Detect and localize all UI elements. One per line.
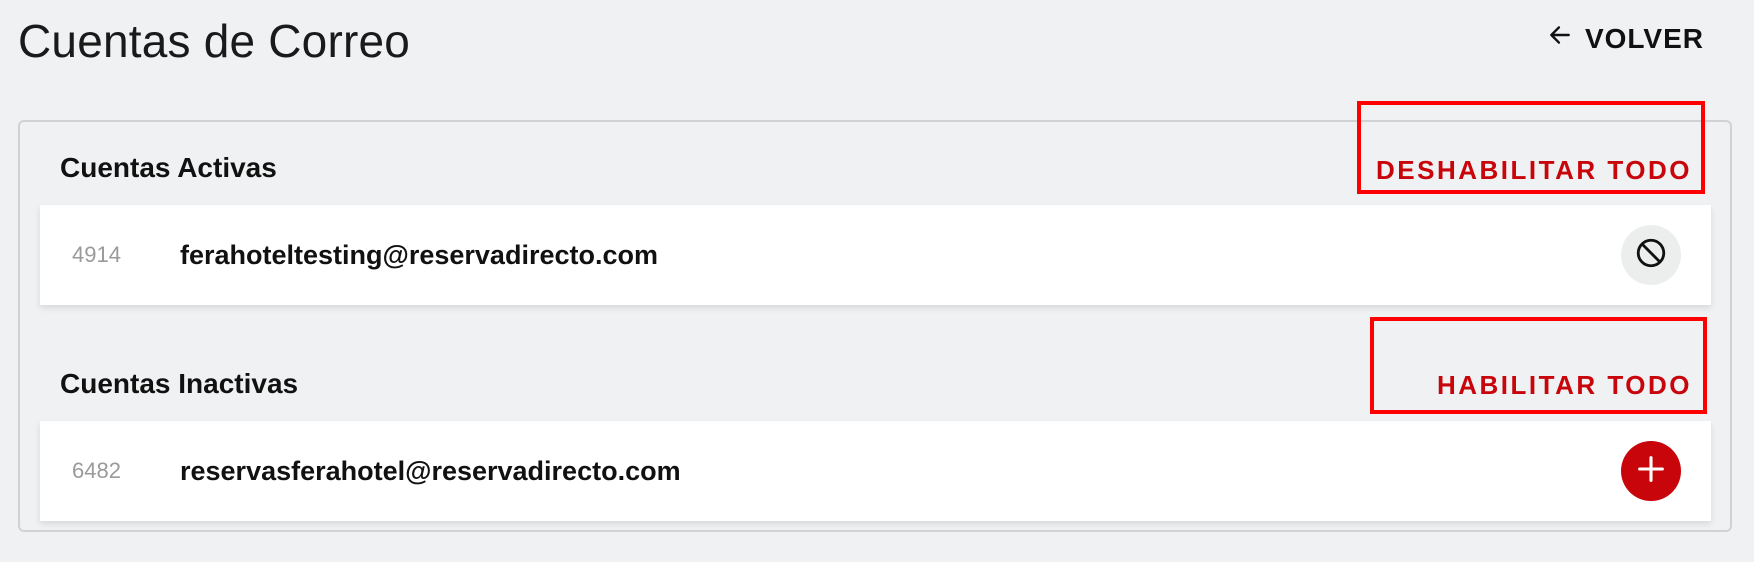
list-item: 6482 reservasferahotel@reservadirecto.co… <box>40 421 1711 521</box>
account-email: reservasferahotel@reservadirecto.com <box>180 455 681 486</box>
account-id: 6482 <box>72 458 121 483</box>
back-label: VOLVER <box>1584 22 1704 54</box>
enable-account-button[interactable] <box>1621 441 1681 501</box>
back-button[interactable]: VOLVER <box>1547 22 1704 55</box>
disable-all-button[interactable]: DESHABILITAR TODO <box>1376 155 1692 186</box>
list-item: 4914 ferahoteltesting@reservadirecto.com <box>40 205 1711 305</box>
page-title: Cuentas de Correo <box>18 15 411 67</box>
block-icon <box>1634 236 1668 275</box>
active-accounts-title: Cuentas Activas <box>60 152 277 183</box>
account-email: ferahoteltesting@reservadirecto.com <box>180 239 658 270</box>
enable-all-button[interactable]: HABILITAR TODO <box>1437 370 1692 401</box>
inactive-accounts-title: Cuentas Inactivas <box>60 368 299 399</box>
disable-account-button[interactable] <box>1621 225 1681 285</box>
arrow-left-icon <box>1547 22 1573 55</box>
plus-icon <box>1634 452 1668 491</box>
account-id: 4914 <box>72 242 121 267</box>
